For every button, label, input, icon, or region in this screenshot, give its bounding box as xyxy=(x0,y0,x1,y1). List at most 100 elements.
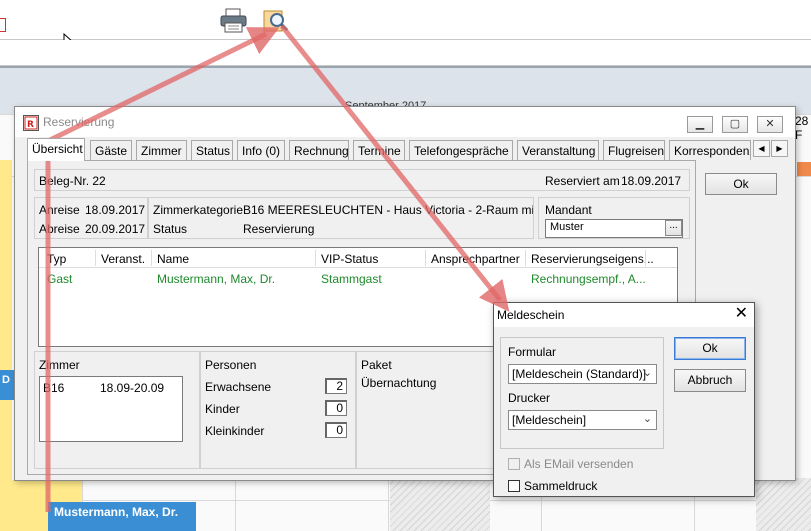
drucker-label: Drucker xyxy=(508,391,551,405)
tab-scroll-right-button[interactable]: ▶ xyxy=(771,140,788,157)
main-toolbar xyxy=(0,0,811,40)
zimmer-list[interactable]: B16 18.09-20.09 xyxy=(39,376,183,442)
tab-uebersicht[interactable]: Übersicht xyxy=(27,138,85,161)
formular-label: Formular xyxy=(508,345,557,359)
svg-text:R: R xyxy=(27,120,34,130)
toolbar-row xyxy=(0,40,811,66)
table-header: Typ Veranst. Name VIP-Status Ansprechpar… xyxy=(39,248,677,268)
tab-termine[interactable]: Termine xyxy=(353,140,405,160)
formular-select[interactable]: [Meldeschein (Standard)] ⌄ xyxy=(508,364,657,384)
adults-field[interactable]: 2 xyxy=(325,378,347,394)
tab-gaeste[interactable]: Gäste xyxy=(90,140,132,160)
room-category-value: B16 MEERESLEUCHTEN - Haus Victoria - 2-R… xyxy=(243,203,534,217)
sammeldruck-label: Sammeldruck xyxy=(524,479,598,493)
reserved-on-label: Reserviert am xyxy=(545,174,620,188)
drucker-value: [Meldeschein] xyxy=(512,413,587,427)
meldeschein-cancel-button[interactable]: Abbruch xyxy=(674,369,746,392)
chevron-left-icon: ◀ xyxy=(758,144,765,153)
app-logo-fragment xyxy=(0,18,6,32)
col-header-name[interactable]: Name xyxy=(157,252,189,266)
ok-button[interactable]: Ok xyxy=(705,173,777,195)
mandant-select-button[interactable]: ... xyxy=(665,220,682,236)
zimmer-room: B16 xyxy=(43,381,65,395)
minimize-icon: ▁ xyxy=(695,118,705,130)
close-button[interactable]: ✕ xyxy=(757,116,783,133)
reservation-bar-left[interactable]: D xyxy=(0,370,14,400)
col-header-veranst[interactable]: Veranst. xyxy=(101,252,145,266)
adults-label: Erwachsene xyxy=(205,380,272,394)
personen-label: Personen xyxy=(205,358,257,372)
mandant-field[interactable]: Muster xyxy=(545,219,683,238)
departure-value: 20.09.2017 xyxy=(85,222,146,236)
dialog-titlebar: R Reservierung ▁ ▢ ✕ xyxy=(15,107,795,137)
arrival-label: Anreise xyxy=(39,203,80,217)
tab-rechnung[interactable]: Rechnung xyxy=(289,140,349,160)
chevron-right-icon: ▶ xyxy=(776,144,783,153)
booking-header: Beleg-Nr. 22 Reserviert am 18.09.2017 xyxy=(34,169,690,191)
formular-group: Formular [Meldeschein (Standard)] ⌄ Druc… xyxy=(500,337,664,449)
meldeschein-ok-button[interactable]: Ok xyxy=(674,337,746,360)
tab-veranstaltung[interactable]: Veranstaltung xyxy=(517,140,599,160)
drucker-select[interactable]: [Meldeschein] ⌄ xyxy=(508,410,657,430)
today-marker xyxy=(797,162,811,176)
reservation-bar[interactable]: Mustermann, Max, Dr. xyxy=(48,502,196,531)
mandant-label: Mandant xyxy=(545,203,592,217)
close-icon: ✕ xyxy=(765,118,775,130)
reserved-on-value: 18.09.2017 xyxy=(621,174,682,188)
cell-typ: Gast xyxy=(47,272,73,286)
email-checkbox-label: Als EMail versenden xyxy=(524,457,634,471)
meldeschein-title: Meldeschein xyxy=(497,308,565,322)
blocked-area-right xyxy=(756,478,811,531)
tab-info[interactable]: Info (0) xyxy=(237,140,285,160)
mandant-value: Muster xyxy=(550,221,584,233)
tab-korrespondenz[interactable]: Korrespondenz xyxy=(669,140,751,160)
tab-telefongespraeche[interactable]: Telefongespräche xyxy=(409,140,513,160)
infants-field[interactable]: 0 xyxy=(325,422,347,438)
cell-vip: Stammgast xyxy=(321,272,382,286)
departure-label: Abreise xyxy=(39,222,80,236)
printer-icon[interactable] xyxy=(220,8,248,34)
email-checkbox[interactable] xyxy=(508,458,520,470)
mandant-box: Mandant Muster ... xyxy=(538,197,690,239)
col-header-vip[interactable]: VIP-Status xyxy=(321,252,378,266)
col-header-typ[interactable]: Typ xyxy=(47,252,66,266)
col-header-properties[interactable]: Reservierungseigens... xyxy=(531,252,654,266)
sammeldruck-checkbox[interactable] xyxy=(508,480,520,492)
chevron-down-icon: ⌄ xyxy=(642,367,652,379)
maximize-button[interactable]: ▢ xyxy=(722,116,748,133)
cell-name: Mustermann, Max, Dr. xyxy=(157,272,276,286)
minimize-button[interactable]: ▁ xyxy=(687,116,713,133)
children-label: Kinder xyxy=(205,402,240,416)
blocked-area xyxy=(390,478,490,531)
package-value: Übernachtung xyxy=(361,376,437,390)
tab-flugreisen[interactable]: Flugreisen xyxy=(603,140,665,160)
zimmer-label: Zimmer xyxy=(39,358,80,372)
tab-scroll-left-button[interactable]: ◀ xyxy=(753,140,770,157)
meldeschein-titlebar: Meldeschein ✕ xyxy=(494,303,754,327)
meldeschein-dialog: Meldeschein ✕ Formular [Meldeschein (Sta… xyxy=(493,302,755,497)
zimmer-dates: 18.09-20.09 xyxy=(100,381,165,395)
zimmer-box: Zimmer B16 18.09-20.09 xyxy=(34,351,200,469)
personen-box: Personen Erwachsene 2 Kinder 0 Kleinkind… xyxy=(200,351,356,469)
status-value: Reservierung xyxy=(243,222,315,236)
infants-label: Kleinkinder xyxy=(205,424,265,438)
dates-box: Anreise 18.09.2017 Abreise 20.09.2017 xyxy=(34,197,148,239)
dialog-title: Reservierung xyxy=(43,115,115,129)
tab-zimmer[interactable]: Zimmer xyxy=(136,140,187,160)
room-category-label: Zimmerkategorie xyxy=(153,203,244,217)
day-number: 28 F xyxy=(795,114,809,142)
print-preview-icon[interactable] xyxy=(262,8,290,34)
app-icon: R xyxy=(23,115,39,131)
children-field[interactable]: 0 xyxy=(325,400,347,416)
maximize-icon: ▢ xyxy=(729,118,741,130)
package-label: Paket xyxy=(361,358,392,372)
occupancy-bar xyxy=(0,160,12,531)
col-header-contact[interactable]: Ansprechpartner xyxy=(431,252,520,266)
tab-bar: Übersicht Gäste Zimmer Status Info (0) R… xyxy=(27,138,788,161)
table-row[interactable]: Gast Mustermann, Max, Dr. Stammgast Rech… xyxy=(39,270,677,288)
close-icon[interactable]: ✕ xyxy=(735,306,748,322)
tab-status[interactable]: Status xyxy=(191,140,233,160)
chevron-down-icon: ⌄ xyxy=(642,413,652,425)
cell-properties: Rechnungsempf., A... xyxy=(531,272,646,286)
category-box: Zimmerkategorie B16 MEERESLEUCHTEN - Hau… xyxy=(148,197,534,239)
